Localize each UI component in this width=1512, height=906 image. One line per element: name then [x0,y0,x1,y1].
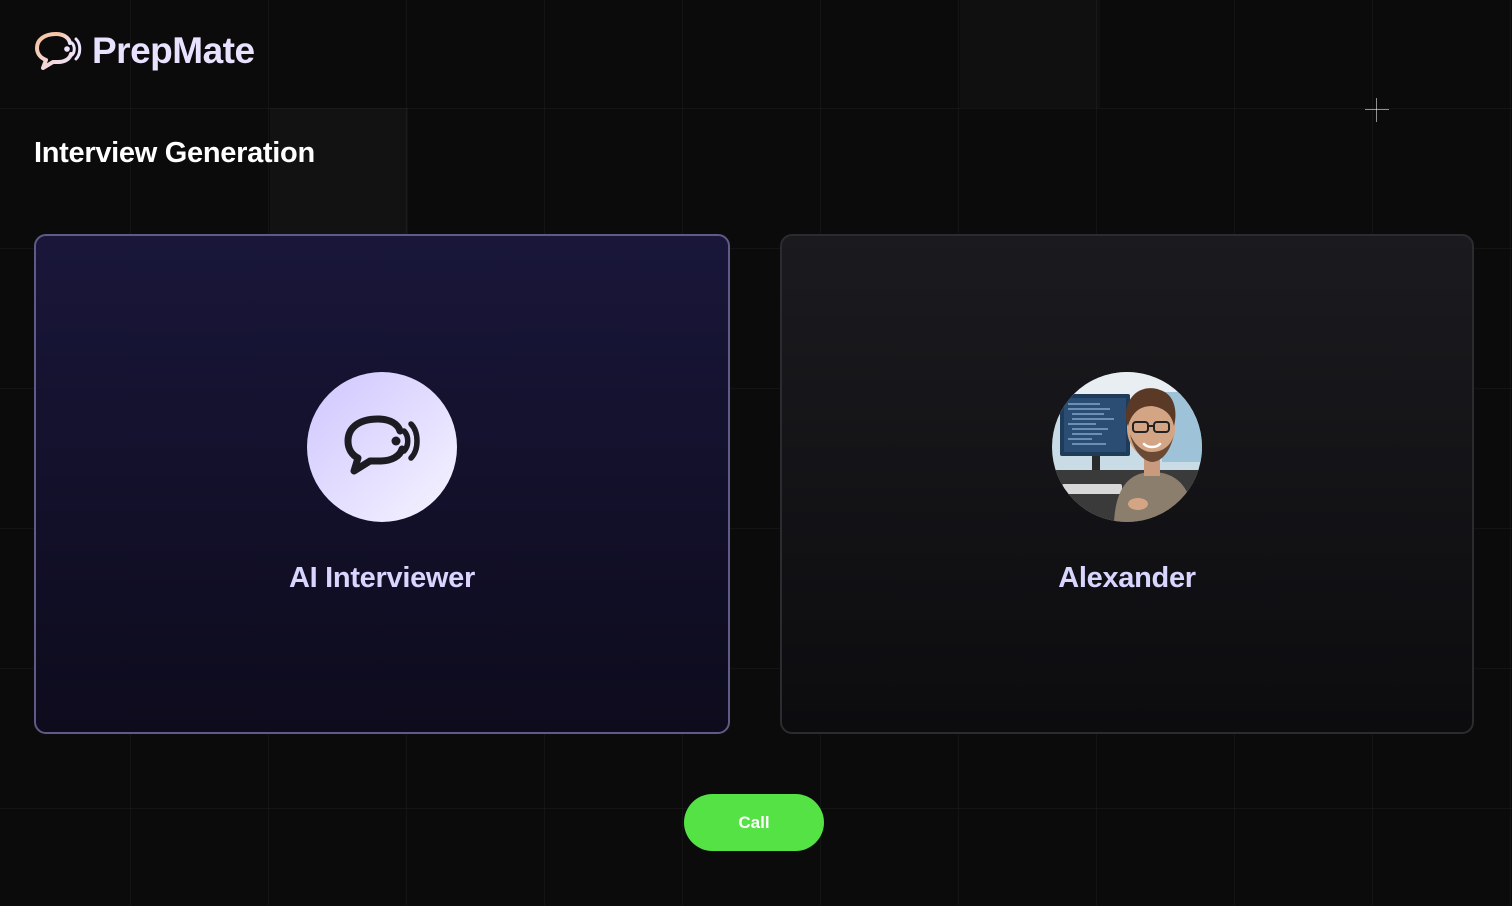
user-card: Alexander [780,234,1474,734]
card-label: Alexander [1058,562,1196,594]
brand-logo[interactable]: PrepMate [34,30,255,72]
ai-avatar [307,372,457,522]
brand-name: PrepMate [92,30,255,71]
user-avatar [1052,372,1202,522]
app-screen: PrepMate Interview Generation AI Intervi… [0,0,1512,906]
card-label: AI Interviewer [289,562,475,594]
background-tile [960,0,1100,108]
sparkle-decoration-icon [1365,98,1389,122]
call-button[interactable]: Call [684,794,824,851]
ai-chat-wave-icon [344,415,420,475]
page-title: Interview Generation [34,137,315,169]
chat-wave-icon [35,32,82,70]
background-tile [270,108,408,248]
user-avatar-photo [1052,372,1202,522]
ai-interviewer-card: AI Interviewer [34,234,730,734]
